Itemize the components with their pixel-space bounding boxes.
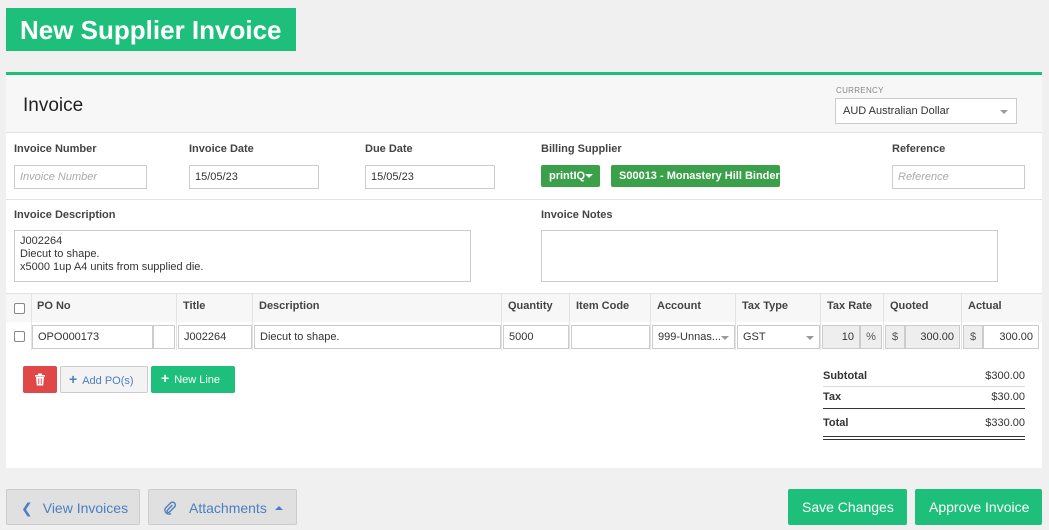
divider	[823, 439, 1025, 440]
total-label: Total	[823, 417, 849, 429]
subtotal-value: $300.00	[985, 370, 1025, 382]
panel-header: Invoice CURRENCY AUD Australian Dollar	[6, 75, 1042, 133]
col-tax-rate: Tax Rate	[827, 300, 873, 312]
tax-type-value: GST	[743, 331, 766, 343]
supplier-source-dropdown[interactable]: printIQ	[541, 165, 600, 187]
col-quoted: Quoted	[890, 300, 929, 312]
invoice-number-input[interactable]: Invoice Number	[14, 165, 147, 189]
total-value: $330.00	[985, 417, 1025, 429]
due-date-label: Due Date	[365, 143, 413, 155]
chevron-down-icon	[721, 336, 729, 340]
due-date-input[interactable]: 15/05/23	[365, 165, 495, 189]
po-extra-cell[interactable]	[153, 325, 175, 349]
divider	[823, 386, 1025, 387]
account-value: 999-Unnas...	[658, 331, 721, 343]
delete-line-button[interactable]	[23, 366, 57, 393]
invoice-number-label: Invoice Number	[14, 143, 97, 155]
actual-input[interactable]: 300.00	[983, 325, 1039, 349]
divider	[735, 293, 736, 350]
reference-input[interactable]: Reference	[892, 165, 1025, 189]
actual-currency-addon: $	[963, 325, 983, 349]
plus-icon: +	[161, 370, 170, 386]
quoted-currency-addon: $	[885, 325, 905, 349]
invoice-notes-label: Invoice Notes	[541, 209, 613, 221]
invoice-date-input[interactable]: 15/05/23	[189, 165, 319, 189]
divider	[6, 199, 1042, 200]
chevron-left-icon: ❮	[21, 500, 33, 516]
attachments-button[interactable]: Attachments	[148, 489, 297, 525]
approve-invoice-button[interactable]: Approve Invoice	[915, 489, 1042, 525]
chevron-down-icon	[1000, 110, 1008, 114]
trash-icon	[35, 373, 45, 386]
add-po-button[interactable]: + Add PO(s)	[60, 366, 148, 393]
description-cell[interactable]: Diecut to shape.	[254, 325, 501, 349]
invoice-date-label: Invoice Date	[189, 143, 254, 155]
col-account: Account	[657, 300, 701, 312]
divider	[961, 293, 962, 350]
divider	[650, 293, 651, 350]
save-changes-button[interactable]: Save Changes	[788, 489, 907, 525]
col-item-code: Item Code	[576, 300, 630, 312]
tax-rate-input[interactable]: 10	[822, 325, 860, 349]
paperclip-icon	[164, 501, 177, 515]
invoice-description-label: Invoice Description	[14, 209, 116, 221]
item-code-cell[interactable]	[571, 325, 650, 349]
select-all-checkbox[interactable]	[14, 303, 25, 314]
divider	[176, 293, 177, 350]
tax-value: $30.00	[991, 391, 1025, 403]
divider	[823, 408, 1025, 409]
col-title: Title	[183, 300, 206, 312]
description-line: x5000 1up A4 units from supplied die.	[20, 261, 204, 273]
col-tax-type: Tax Type	[742, 300, 789, 312]
divider	[823, 436, 1025, 437]
po-no-cell[interactable]: OPO000173	[32, 325, 153, 349]
description-line: J002264	[20, 235, 63, 247]
view-invoices-label: View Invoices	[42, 500, 129, 516]
col-po-no: PO No	[37, 300, 71, 312]
plus-icon: +	[69, 371, 78, 387]
invoice-notes-textarea[interactable]	[541, 230, 998, 282]
col-actual: Actual	[968, 300, 1002, 312]
new-line-button[interactable]: + New Line	[151, 366, 235, 393]
row-checkbox[interactable]	[14, 331, 25, 342]
supplier-source-label: printIQ	[549, 170, 586, 182]
chevron-down-icon	[585, 174, 593, 178]
chevron-up-icon	[274, 506, 283, 510]
col-description: Description	[259, 300, 320, 312]
divider	[883, 293, 884, 350]
percent-addon: %	[860, 325, 882, 349]
view-invoices-button[interactable]: ❮ View Invoices	[6, 489, 140, 525]
new-line-label: New Line	[174, 374, 221, 386]
currency-value: AUD Australian Dollar	[843, 105, 950, 117]
reference-label: Reference	[892, 143, 946, 155]
invoice-panel: Invoice CURRENCY AUD Australian Dollar I…	[6, 72, 1042, 468]
title-cell[interactable]: J002264	[178, 325, 252, 349]
page-title: New Supplier Invoice	[6, 8, 296, 51]
chevron-down-icon	[806, 336, 814, 340]
divider	[252, 293, 253, 350]
currency-label: CURRENCY	[836, 86, 884, 95]
invoice-description-textarea[interactable]: J002264 Diecut to shape. x5000 1up A4 un…	[14, 230, 471, 282]
quantity-cell[interactable]: 5000	[503, 325, 569, 349]
description-line: Diecut to shape.	[20, 248, 100, 260]
attachments-label: Attachments	[189, 500, 267, 516]
tax-label: Tax	[823, 391, 842, 403]
subtotal-label: Subtotal	[823, 370, 867, 382]
quoted-input: 300.00	[905, 325, 960, 349]
divider	[820, 293, 821, 350]
divider	[501, 293, 502, 350]
account-select[interactable]: 999-Unnas...	[652, 325, 735, 349]
tax-type-select[interactable]: GST	[737, 325, 820, 349]
panel-title: Invoice	[23, 95, 84, 116]
currency-select[interactable]: AUD Australian Dollar	[835, 98, 1017, 124]
add-po-label: Add PO(s)	[82, 375, 134, 387]
divider	[569, 293, 570, 350]
billing-supplier-label: Billing Supplier	[541, 143, 622, 155]
supplier-name-button[interactable]: S00013 - Monastery Hill Bindery	[611, 165, 786, 187]
col-quantity: Quantity	[508, 300, 553, 312]
